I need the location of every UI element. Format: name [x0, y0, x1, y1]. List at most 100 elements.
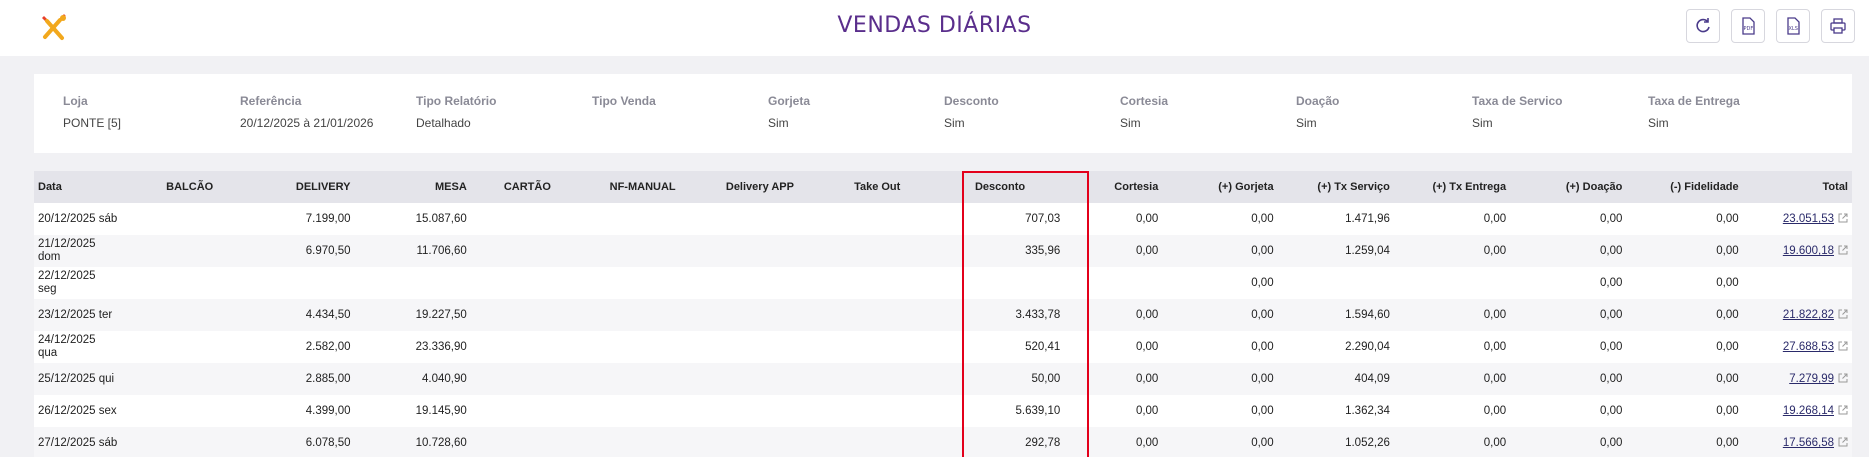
cell-gorjeta: 0,00 [1251, 437, 1274, 449]
col-header-mesa[interactable]: MESA [355, 171, 471, 203]
svg-text:XLS: XLS [1789, 26, 1798, 32]
cell-total: 23.051,53 [1743, 203, 1852, 235]
cell-fidelidade: 0,00 [1716, 405, 1739, 417]
col-header-nf-manual[interactable]: NF-MANUAL [584, 171, 701, 203]
export-pdf-button[interactable]: PDF [1731, 9, 1765, 43]
date-text: 22/12/2025 [38, 270, 96, 282]
table-row: 22/12/2025 seg 0,00 0,00 0,00 [34, 267, 1852, 299]
cell-tx-entrega: 0,00 [1483, 437, 1507, 449]
cell-fidelidade: 0,00 [1716, 277, 1739, 289]
cell-cartao [471, 395, 584, 427]
total-link[interactable]: 19.268,14 [1783, 405, 1834, 417]
cell-tx-servico: 1.471,96 [1345, 213, 1390, 225]
col-header-desconto[interactable]: Desconto [936, 171, 1064, 203]
col-header-delivery[interactable]: DELIVERY [236, 171, 354, 203]
external-link-icon[interactable] [1838, 213, 1848, 223]
cell-balcao [143, 427, 236, 457]
cell-cartao [471, 331, 584, 363]
table-row: 24/12/2025 qua 2.582,00 23.336,90 520,41 0,00… [34, 331, 1852, 363]
total-link[interactable]: 27.688,53 [1783, 341, 1834, 353]
cell-tx-servico: 1.362,34 [1345, 405, 1390, 417]
filter-doacao: Doação Sim [1296, 94, 1340, 130]
weekday-text: qua [38, 347, 58, 359]
cell-gorjeta: 0,00 [1251, 213, 1274, 225]
cell-balcao [143, 395, 236, 427]
total-link[interactable]: 17.566,58 [1783, 437, 1834, 449]
pdf-file-icon: PDF [1742, 17, 1755, 35]
col-header-total[interactable]: Total [1743, 171, 1852, 203]
cell-nf-manual [584, 363, 701, 395]
cell-date: 27/12/2025 sáb [34, 427, 143, 457]
col-header-cortesia[interactable]: Cortesia [1064, 171, 1162, 203]
filter-desconto: Desconto Sim [944, 94, 999, 130]
cell-delivery [236, 267, 354, 299]
cell-desconto: 5.639,10 [1015, 405, 1061, 417]
table-row: 27/12/2025 sáb 6.078,50 10.728,60 292,78 0,0… [34, 427, 1852, 457]
external-link-icon[interactable] [1838, 373, 1848, 383]
cell-take-out [819, 363, 936, 395]
col-header-delivery-app[interactable]: Delivery APP [701, 171, 818, 203]
external-link-icon[interactable] [1838, 309, 1848, 319]
cell-tx-entrega: 0,00 [1483, 245, 1507, 257]
cell-gorjeta: 0,00 [1251, 341, 1274, 353]
cell-gorjeta: 0,00 [1251, 405, 1274, 417]
cell-cortesia: 0,00 [1135, 437, 1159, 449]
page-title: VENDAS DIÁRIAS [837, 13, 1032, 38]
col-header-doacao[interactable]: (+) Doação [1510, 171, 1626, 203]
cell-delivery-app [701, 395, 818, 427]
col-header-gorjeta[interactable]: (+) Gorjeta [1162, 171, 1277, 203]
cell-mesa: 19.227,50 [415, 309, 467, 321]
cell-take-out [819, 203, 936, 235]
filter-tipo-relatorio: Tipo Relatório Detalhado [416, 94, 497, 130]
export-xls-button[interactable]: XLS [1776, 9, 1810, 43]
refresh-button[interactable] [1686, 9, 1720, 43]
cell-mesa: 10.728,60 [415, 437, 467, 449]
external-link-icon[interactable] [1838, 245, 1848, 255]
cell-gorjeta: 0,00 [1251, 373, 1274, 385]
total-link[interactable]: 7.279,99 [1789, 373, 1834, 385]
col-header-tx-servico[interactable]: (+) Tx Serviço [1278, 171, 1394, 203]
cell-tx-entrega: 0,00 [1483, 405, 1507, 417]
cell-take-out [819, 267, 936, 299]
cell-fidelidade: 0,00 [1716, 437, 1739, 449]
col-header-take-out[interactable]: Take Out [819, 171, 936, 203]
cell-take-out [819, 395, 936, 427]
external-link-icon[interactable] [1838, 437, 1848, 447]
cell-date: 23/12/2025 ter [34, 299, 143, 331]
table-row: 21/12/2025 dom 6.970,50 11.706,60 335,96 0,00… [34, 235, 1852, 267]
cell-tx-entrega: 0,00 [1483, 373, 1507, 385]
col-header-data[interactable]: Data [34, 171, 143, 203]
total-link[interactable]: 23.051,53 [1783, 213, 1834, 225]
col-header-balcao[interactable]: BALCÃO [143, 171, 236, 203]
print-button[interactable] [1821, 9, 1855, 43]
xls-file-icon: XLS [1787, 17, 1800, 35]
cell-total: 27.688,53 [1743, 331, 1852, 363]
cell-balcao [143, 363, 236, 395]
table-row: 25/12/2025 qui 2.885,00 4.040,90 50,00 0,00 0… [34, 363, 1852, 395]
cell-doacao: 0,00 [1600, 213, 1623, 225]
cell-cortesia: 0,00 [1135, 405, 1159, 417]
total-link[interactable]: 19.600,18 [1783, 245, 1834, 257]
col-header-fidelidade[interactable]: (-) Fidelidade [1626, 171, 1742, 203]
date-text: 20/12/2025 sáb [38, 212, 118, 225]
col-header-tx-entrega[interactable]: (+) Tx Entrega [1394, 171, 1510, 203]
cell-delivery: 6.078,50 [305, 437, 351, 449]
cell-gorjeta: 0,00 [1251, 245, 1274, 257]
date-text: 26/12/2025 sex [38, 404, 117, 417]
cell-delivery-app [701, 203, 818, 235]
cell-delivery: 4.434,50 [305, 309, 351, 321]
cell-mesa: 15.087,60 [415, 213, 467, 225]
cell-tx-servico: 404,09 [1354, 373, 1390, 385]
cell-delivery: 6.970,50 [305, 245, 351, 257]
cell-doacao: 0,00 [1600, 341, 1623, 353]
filter-taxa-entrega: Taxa de Entrega Sim [1648, 94, 1740, 130]
external-link-icon[interactable] [1838, 341, 1848, 351]
cell-cartao [471, 203, 584, 235]
col-header-cartao[interactable]: CARTÃO [471, 171, 584, 203]
cell-mesa: 23.336,90 [415, 341, 467, 353]
cell-tx-servico: 2.290,04 [1345, 341, 1390, 353]
external-link-icon[interactable] [1838, 405, 1848, 415]
total-link[interactable]: 21.822,82 [1783, 309, 1834, 321]
cell-doacao: 0,00 [1600, 373, 1623, 385]
cell-gorjeta: 0,00 [1251, 309, 1274, 321]
